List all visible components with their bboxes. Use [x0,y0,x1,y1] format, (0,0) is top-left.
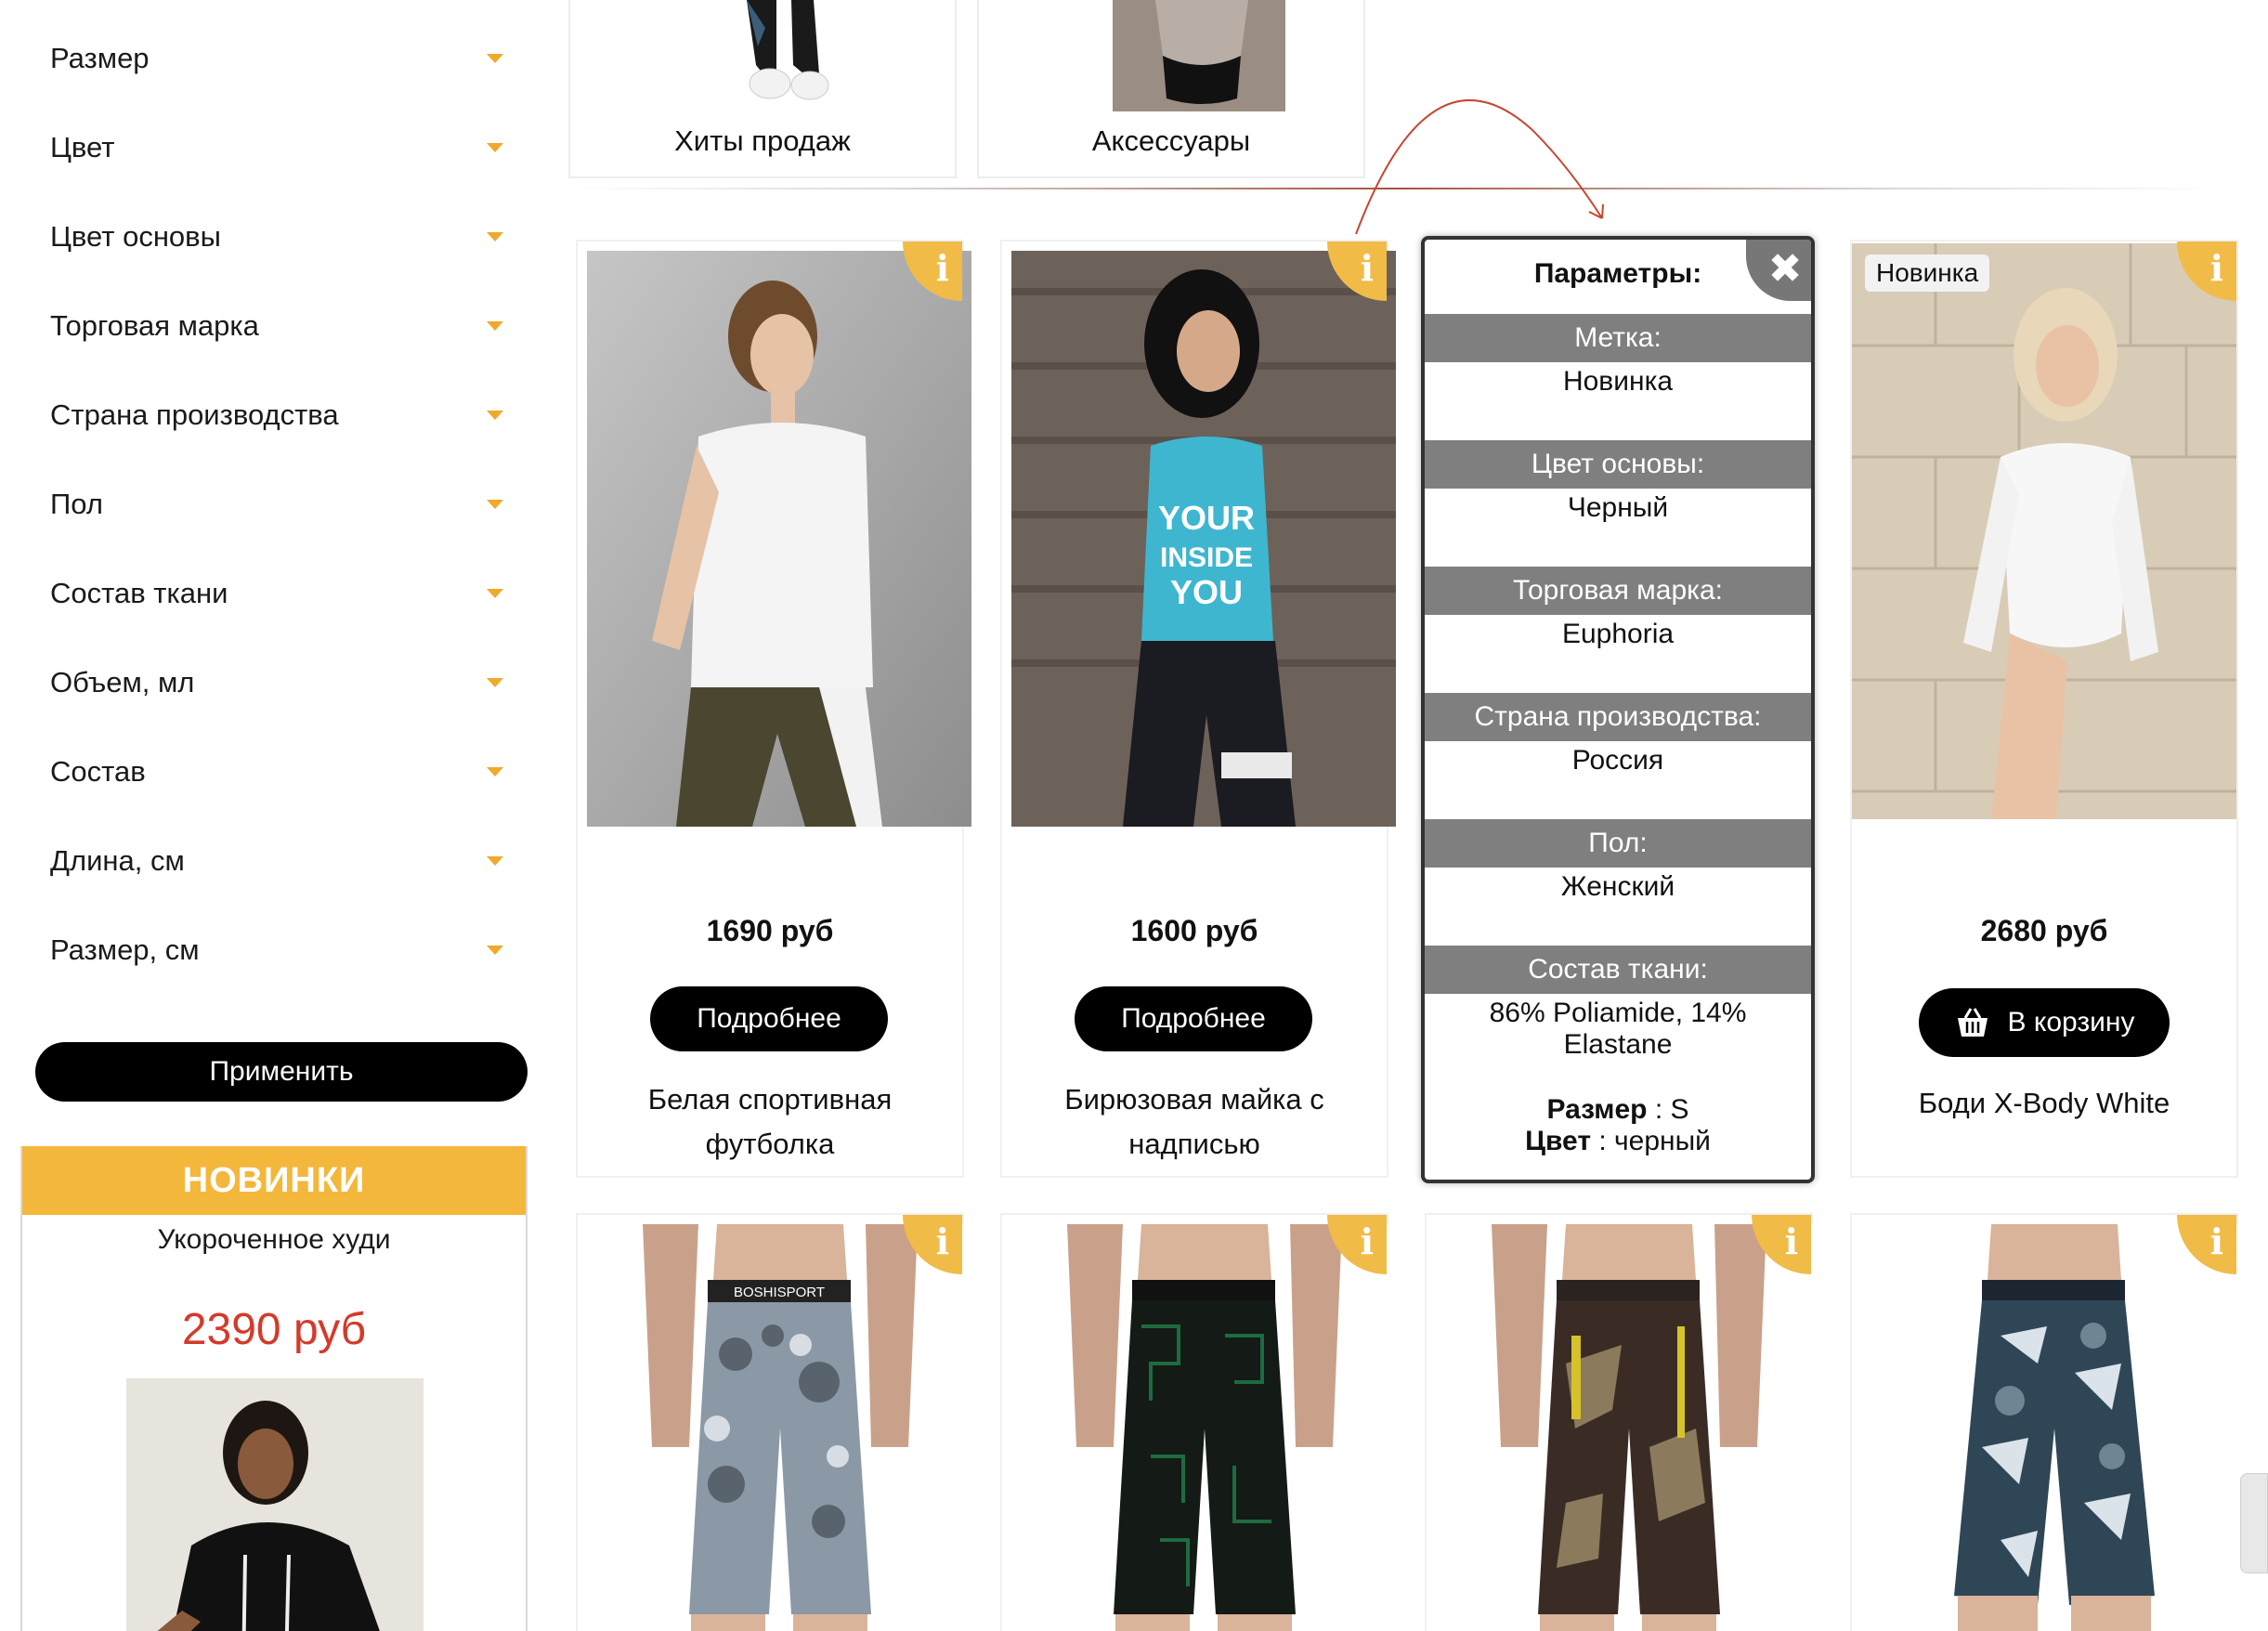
product-card[interactable]: YOUR INSIDE YOU i 1600 руб Подробнее Бир… [1000,240,1396,1178]
new-badge: Новинка [1865,254,1990,292]
product-image[interactable] [1852,243,2236,819]
param-name: Пол: [1425,819,1811,868]
details-button[interactable]: Подробнее [1075,986,1312,1051]
filter-color[interactable]: Цвет [50,120,509,176]
product-name[interactable]: Белая спортивная футболка [596,1077,944,1167]
close-icon[interactable]: ✖ [1746,240,1811,301]
caret-down-icon [487,589,503,598]
color-value: : черный [1598,1126,1711,1156]
size-value: : S [1654,1094,1689,1125]
product-card[interactable]: i [1000,1213,1396,1631]
product-price: 2680 руб [1980,914,2108,947]
new-product-price: 2390 руб [181,1305,367,1354]
svg-text:INSIDE: INSIDE [1160,542,1253,573]
category-label: Хиты продаж [674,124,851,157]
product-image[interactable] [1011,1224,1396,1631]
add-to-cart-button[interactable]: В корзину [1919,988,2170,1057]
filter-label: Объем, мл [50,666,195,698]
product-card[interactable]: i [1850,1213,2246,1631]
scroll-handle[interactable] [2240,1473,2268,1573]
param-value: 86% Poliamide, 14% Elastane [1489,998,1747,1060]
param-name: Цвет основы: [1425,440,1811,489]
param-value: Новинка [1562,366,1674,397]
filter-label: Размер [50,42,150,74]
filter-label: Цвет [50,131,115,163]
svg-text:YOUR: YOUR [1158,499,1255,537]
filter-label: Длина, см [50,844,185,877]
filter-label: Состав [50,755,146,788]
product-price: 1690 руб [706,914,834,947]
add-to-cart-label: В корзину [2007,1007,2135,1037]
new-arrivals-widget: НОВИНКИ Укороченное худи 2390 руб [20,1146,528,1631]
product-name[interactable]: Бирюзовая майка с надписью [1021,1077,1368,1167]
color-label: Цвет [1525,1126,1592,1156]
filter-label: Пол [50,488,103,520]
param-value: Черный [1567,492,1669,523]
caret-down-icon [487,232,503,241]
filter-brand[interactable]: Торговая марка [50,298,509,354]
filter-volume[interactable]: Объем, мл [50,655,509,711]
filter-base-color[interactable]: Цвет основы [50,209,509,265]
product-name[interactable]: Боди X-Body White [1870,1081,2218,1126]
param-value: Россия [1571,745,1664,776]
caret-down-icon [487,678,503,687]
svg-text:BOSHISPORT: BOSHISPORT [734,1285,825,1300]
filter-label: Размер, см [50,933,200,966]
apply-button[interactable]: Применить [35,1042,528,1102]
param-name: Торговая марка: [1425,567,1811,615]
details-button[interactable]: Подробнее [650,986,888,1051]
category-bestsellers[interactable]: Хиты продаж [568,0,957,178]
filter-label: Торговая марка [50,309,259,342]
caret-down-icon [487,143,503,152]
product-image[interactable] [1861,1224,2246,1631]
param-value: Euphoria [1561,619,1675,649]
product-card[interactable]: Новинка i 2680 руб В корзину Боди X-Body… [1850,240,2238,1178]
filter-size[interactable]: Размер [50,31,509,86]
size-label: Размер [1546,1094,1648,1125]
category-image [747,0,829,100]
caret-down-icon [487,767,503,776]
caret-down-icon [487,946,503,955]
filter-fabric[interactable]: Состав ткани [50,566,509,621]
caret-down-icon [487,500,503,509]
product-card[interactable]: i [1425,1213,1820,1631]
filter-country[interactable]: Страна производства [50,387,509,443]
product-price: 1600 руб [1130,914,1258,947]
product-card[interactable]: i 1690 руб Подробнее Белая спортивная фу… [576,240,971,1178]
new-product-image[interactable] [126,1378,424,1631]
filter-gender[interactable]: Пол [50,476,509,532]
filter-length[interactable]: Длина, см [50,833,509,889]
filter-size-cm[interactable]: Размер, см [50,922,509,978]
product-image[interactable]: YOUR INSIDE YOU [1011,251,1396,827]
filter-composition[interactable]: Состав [50,744,509,800]
svg-text:YOU: YOU [1170,573,1243,611]
product-image[interactable] [587,251,971,827]
filter-label: Состав ткани [50,577,228,609]
product-image[interactable] [1436,1224,1820,1631]
param-value: Женский [1560,871,1675,902]
parameters-popup: Параметры: ✖ Метка: Новинка Цвет основы:… [1421,236,1815,1183]
product-card[interactable]: BOSHISPORT i [576,1213,971,1631]
filter-label: Цвет основы [50,220,221,253]
new-arrivals-header: НОВИНКИ [22,1146,526,1215]
category-image [1113,0,1285,111]
product-image[interactable]: BOSHISPORT [587,1224,971,1631]
caret-down-icon [487,856,503,866]
basket-icon [1957,1008,1988,1037]
caret-down-icon [487,411,503,420]
filter-label: Страна производства [50,398,339,431]
param-name: Страна производства: [1425,693,1811,741]
param-name: Метка: [1425,314,1811,362]
caret-down-icon [487,321,503,331]
caret-down-icon [487,54,503,63]
popup-size-line: Размер : S [1425,1094,1811,1126]
param-name: Состав ткани: [1425,946,1811,994]
popup-color-line: Цвет : черный [1425,1126,1811,1157]
new-product-title[interactable]: Укороченное худи [22,1224,526,1256]
annotation-arrow [1355,99,1604,235]
filter-sidebar: Размер Цвет Цвет основы Торговая марка С… [0,0,548,1631]
